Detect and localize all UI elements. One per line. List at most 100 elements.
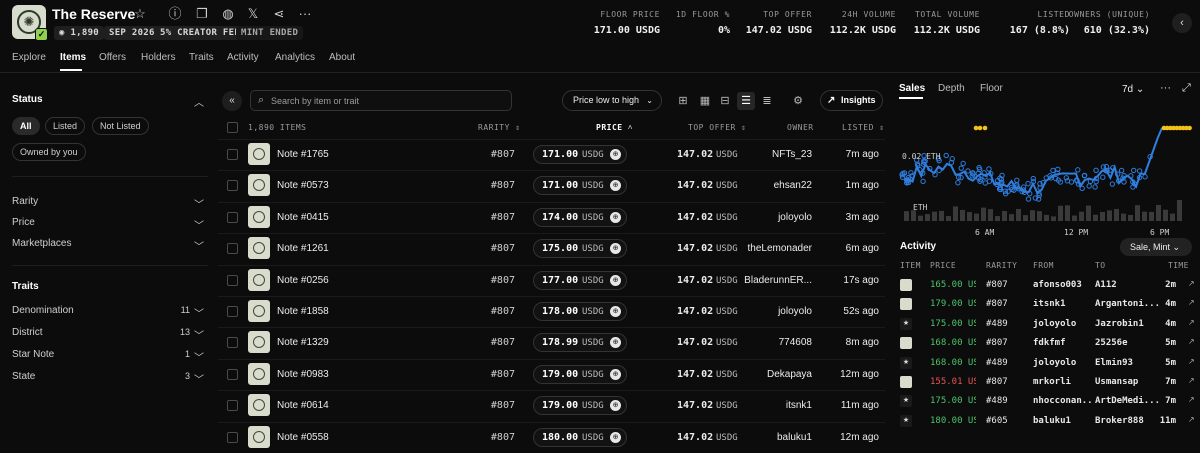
owner-name[interactable]: joloyolo	[740, 306, 812, 317]
cart-icon[interactable]: ⊕	[610, 337, 621, 349]
period-select[interactable]: 7d ⌄	[1122, 84, 1144, 95]
external-link-icon[interactable]: ↗	[1188, 357, 1195, 366]
tab-depth[interactable]: Depth	[938, 83, 965, 94]
trait-district[interactable]: District	[12, 327, 43, 338]
price-buy-button[interactable]: 178.99 USDG ⊕	[533, 333, 627, 353]
owner-name[interactable]: Dekapaya	[740, 369, 812, 380]
row-checkbox[interactable]	[227, 337, 238, 349]
row-checkbox[interactable]	[227, 180, 238, 192]
row-checkbox[interactable]	[227, 431, 238, 443]
activity-from[interactable]: joloyolo	[1033, 358, 1093, 368]
item-name[interactable]: Note #1765	[277, 149, 329, 160]
cart-icon[interactable]: ⊕	[610, 243, 621, 255]
item-name[interactable]: Note #1329	[277, 337, 329, 348]
status-filter-listed[interactable]: Listed	[45, 117, 86, 135]
tab-offers[interactable]: Offers	[99, 52, 126, 63]
chevron-down-icon[interactable]: ﹀	[194, 327, 204, 342]
item-name[interactable]: Note #0573	[277, 180, 329, 191]
price-buy-button[interactable]: 171.00 USDG ⊕	[533, 176, 627, 196]
cart-icon[interactable]: ⊕	[610, 306, 621, 317]
star-icon[interactable]: ☆	[132, 6, 148, 22]
trait-star-note[interactable]: Star Note	[12, 349, 54, 360]
sort-dropdown[interactable]: Price low to high ⌄	[562, 90, 662, 111]
grid-medium-view-icon[interactable]: ▦	[696, 92, 714, 110]
row-checkbox[interactable]	[227, 400, 238, 412]
select-all-checkbox[interactable]	[227, 122, 238, 133]
chevron-up-icon[interactable]: ︿	[194, 94, 204, 109]
info-icon[interactable]: ⓘ	[167, 6, 183, 22]
globe-icon[interactable]: ◍	[220, 6, 236, 22]
cart-icon[interactable]: ⊕	[610, 211, 621, 223]
status-filter-owned[interactable]: Owned by you	[12, 143, 86, 161]
row-checkbox[interactable]	[227, 243, 238, 255]
item-name[interactable]: Note #0558	[277, 432, 329, 443]
owner-name[interactable]: theLemonader	[740, 243, 813, 254]
owner-name[interactable]: joloyolo	[740, 212, 812, 223]
activity-filter-dropdown[interactable]: Sale, Mint ⌄	[1120, 238, 1192, 256]
item-name[interactable]: Note #0614	[277, 400, 329, 411]
col-listed-header[interactable]: LISTED ⇕	[842, 123, 885, 132]
price-buy-button[interactable]: 179.00 USDG ⊕	[533, 364, 627, 384]
tab-analytics[interactable]: Analytics	[275, 52, 315, 63]
tab-explore[interactable]: Explore	[12, 52, 46, 63]
price-buy-button[interactable]: 171.00 USDG ⊕	[533, 145, 627, 164]
filter-rarity[interactable]: Rarity	[12, 196, 38, 207]
price-buy-button[interactable]: 180.00 USDG ⊕	[533, 427, 627, 447]
activity-from[interactable]: itsnk1	[1033, 299, 1093, 309]
price-buy-button[interactable]: 175.00 USDG ⊕	[533, 239, 627, 259]
owner-name[interactable]: ehsan22	[740, 180, 812, 191]
filter-marketplaces[interactable]: Marketplaces	[12, 238, 71, 249]
settings-gear-icon[interactable]: ⚙	[789, 92, 807, 110]
external-link-icon[interactable]: ↗	[1188, 376, 1195, 385]
search-input[interactable]	[271, 93, 506, 108]
activity-from[interactable]: baluku1	[1033, 416, 1093, 426]
filter-price[interactable]: Price	[12, 217, 35, 228]
price-buy-button[interactable]: 174.00 USDG ⊕	[533, 207, 627, 227]
cart-icon[interactable]: ⊕	[610, 368, 621, 380]
external-link-icon[interactable]: ↗	[1188, 318, 1195, 327]
col-rarity-header[interactable]: RARITY ⇕	[478, 123, 521, 132]
chevron-down-icon[interactable]: ﹀	[194, 217, 204, 232]
tab-floor[interactable]: Floor	[980, 83, 1003, 94]
owner-name[interactable]: itsnk1	[740, 400, 812, 411]
external-link-icon[interactable]: ↗	[1188, 298, 1195, 307]
cart-icon[interactable]: ⊕	[610, 431, 621, 443]
chevron-down-icon[interactable]: ﹀	[194, 238, 204, 253]
compact-list-view-icon[interactable]: ≣	[758, 92, 776, 110]
item-name[interactable]: Note #0256	[277, 275, 329, 286]
price-buy-button[interactable]: 179.00 USDG ⊕	[533, 396, 627, 416]
col-price-header[interactable]: PRICE ˄	[596, 123, 633, 132]
tab-holders[interactable]: Holders	[141, 52, 175, 63]
list-view-icon[interactable]: ☰	[737, 92, 755, 110]
cart-icon[interactable]: ⊕	[610, 149, 621, 160]
price-buy-button[interactable]: 177.00 USDG ⊕	[533, 270, 627, 290]
external-link-icon[interactable]: ↗	[1188, 395, 1195, 404]
activity-from[interactable]: fdkfmf	[1033, 338, 1093, 348]
row-checkbox[interactable]	[227, 306, 238, 317]
row-checkbox[interactable]	[227, 274, 238, 286]
item-name[interactable]: Note #1858	[277, 306, 329, 317]
owner-name[interactable]: baluku1	[740, 432, 812, 443]
tab-items[interactable]: Items	[60, 52, 86, 63]
owner-name[interactable]: BladerunnER...	[740, 275, 812, 286]
insights-button[interactable]: ↗ Insights	[820, 90, 883, 111]
item-name[interactable]: Note #1261	[277, 243, 329, 254]
tab-about[interactable]: About	[329, 52, 355, 63]
x-social-icon[interactable]: 𝕏	[245, 6, 261, 22]
trait-denomination[interactable]: Denomination	[12, 305, 74, 316]
collapse-header-button[interactable]: ‹	[1172, 13, 1192, 33]
search-box[interactable]: ⌕	[250, 90, 512, 111]
cart-icon[interactable]: ⊕	[610, 180, 621, 192]
row-checkbox[interactable]	[227, 211, 238, 223]
grid-small-view-icon[interactable]: ⊟	[716, 92, 734, 110]
activity-from[interactable]: mrkorli	[1033, 377, 1093, 387]
tab-traits[interactable]: Traits	[189, 52, 214, 63]
external-link-icon[interactable]: ↗	[1188, 415, 1195, 424]
cart-icon[interactable]: ⊕	[610, 274, 621, 286]
activity-from[interactable]: joloyolo	[1033, 319, 1093, 329]
external-link-icon[interactable]: ↗	[1188, 337, 1195, 346]
item-name[interactable]: Note #0983	[277, 369, 329, 380]
status-filter-not-listed[interactable]: Not Listed	[92, 117, 149, 135]
share-icon[interactable]: ⋖	[271, 6, 287, 22]
activity-from[interactable]: afonso003	[1033, 280, 1093, 290]
